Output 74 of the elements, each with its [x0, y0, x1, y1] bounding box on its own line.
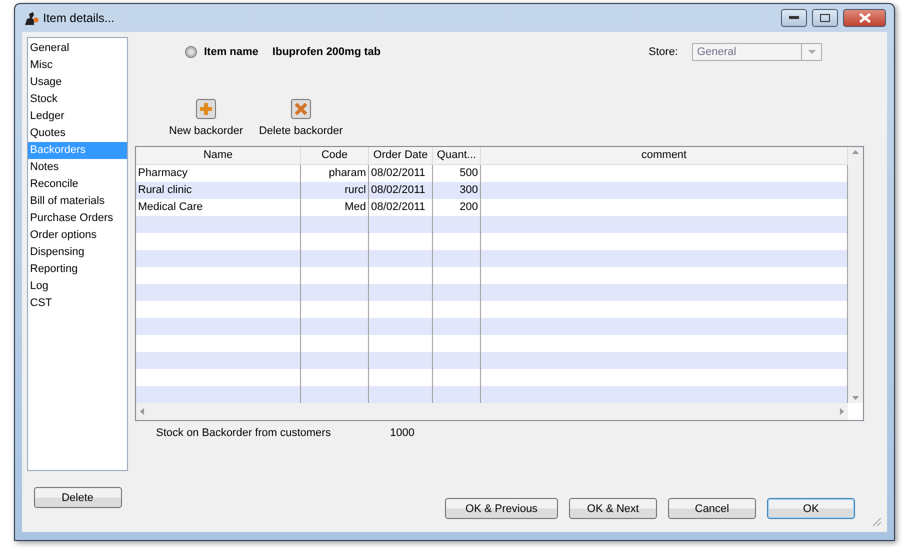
section-item[interactable]: Reconcile — [28, 176, 127, 193]
table-cell-text: pharam — [328, 166, 367, 181]
section-item[interactable]: Ledger — [28, 108, 127, 125]
table-cell-text: Pharmacy — [137, 166, 189, 181]
section-item[interactable]: Order options — [28, 227, 127, 244]
section-item[interactable]: Dispensing — [28, 244, 127, 261]
table-cell-text: Medical Care — [137, 200, 204, 215]
section-item[interactable]: Reporting — [28, 261, 127, 278]
section-item[interactable]: Purchase Orders — [28, 210, 127, 227]
dialog-button[interactable]: OK — [767, 498, 855, 519]
item-name-label: Item name — [204, 46, 258, 58]
item-name-value: Ibuprofen 200mg tab — [272, 46, 381, 58]
dialog-button[interactable]: Cancel — [668, 498, 756, 519]
table-cell-text: 500 — [458, 166, 479, 181]
section-item[interactable]: Stock — [28, 91, 127, 108]
delete-backorder-button[interactable]: Delete backorder — [258, 99, 343, 137]
summary-label: Stock on Backorder from customers — [156, 427, 332, 439]
column-header[interactable]: Code — [301, 147, 369, 165]
table-row[interactable]: Rural clinic rurcl 08/02/2011 300 — [136, 182, 848, 199]
section-item[interactable]: Misc — [28, 57, 127, 74]
column-header[interactable]: comment — [481, 147, 848, 165]
tool-label: Delete backorder — [258, 125, 343, 137]
summary-value: 1000 — [390, 427, 414, 439]
item-icon — [184, 45, 198, 59]
scroll-up-icon[interactable] — [852, 150, 859, 154]
table-cell-text: 08/02/2011 — [370, 166, 426, 181]
minimize-button[interactable] — [781, 9, 807, 27]
section-item[interactable]: CST — [28, 295, 127, 312]
section-item[interactable]: Bill of materials — [28, 193, 127, 210]
add-icon — [196, 99, 216, 119]
dropdown-arrow-icon — [808, 50, 816, 54]
section-item[interactable]: General — [28, 40, 127, 57]
delete-icon — [290, 99, 311, 119]
tool-label: New backorder — [169, 125, 243, 137]
close-button[interactable] — [843, 9, 886, 27]
delete-button[interactable]: Delete — [34, 487, 122, 508]
column-header[interactable]: Order Date — [369, 147, 433, 165]
horizontal-scrollbar[interactable] — [136, 403, 848, 420]
store-label: Store: — [648, 46, 678, 58]
section-item[interactable]: Quotes — [28, 125, 127, 142]
table-cell-text: Med — [344, 200, 367, 215]
table-row[interactable] — [136, 216, 848, 233]
table-row[interactable] — [136, 250, 848, 267]
column-header[interactable]: Name — [136, 147, 301, 165]
maximize-icon — [820, 14, 830, 22]
table-cell-text: rurcl — [344, 183, 367, 198]
table-row[interactable] — [136, 318, 848, 335]
maximize-button[interactable] — [812, 9, 838, 27]
dialog-button[interactable]: OK & Next — [569, 498, 657, 519]
app-icon — [23, 10, 39, 26]
scroll-right-icon[interactable] — [840, 408, 844, 415]
section-item[interactable]: Log — [28, 278, 127, 295]
section-item[interactable]: Notes — [28, 159, 127, 176]
scroll-left-icon[interactable] — [140, 408, 144, 415]
table-cell-text: Rural clinic — [137, 183, 193, 198]
resize-grip-icon — [872, 517, 882, 527]
scroll-down-icon[interactable] — [852, 396, 859, 400]
vertical-scrollbar[interactable] — [848, 147, 863, 403]
table-row[interactable] — [136, 352, 848, 369]
close-icon — [858, 13, 870, 23]
table-row[interactable]: Pharmacy pharam 08/02/2011 500 — [136, 165, 848, 182]
table-cell-text: 08/02/2011 — [370, 200, 426, 215]
table-cell-text: 200 — [458, 200, 479, 215]
window-title: Item details... — [43, 11, 116, 25]
table-cell-text: 300 — [458, 183, 479, 198]
table-cell-text: 08/02/2011 — [370, 183, 426, 198]
table-row[interactable] — [136, 386, 848, 403]
minimize-icon — [789, 16, 799, 20]
table-row[interactable] — [136, 284, 848, 301]
dialog-button[interactable]: OK & Previous — [445, 498, 558, 519]
table-row[interactable]: Medical Care Med 08/02/2011 200 — [136, 199, 848, 216]
section-item[interactable]: Usage — [28, 74, 127, 91]
column-header[interactable]: Quant... — [433, 147, 481, 165]
add-backorder-button[interactable]: New backorder — [169, 99, 243, 137]
